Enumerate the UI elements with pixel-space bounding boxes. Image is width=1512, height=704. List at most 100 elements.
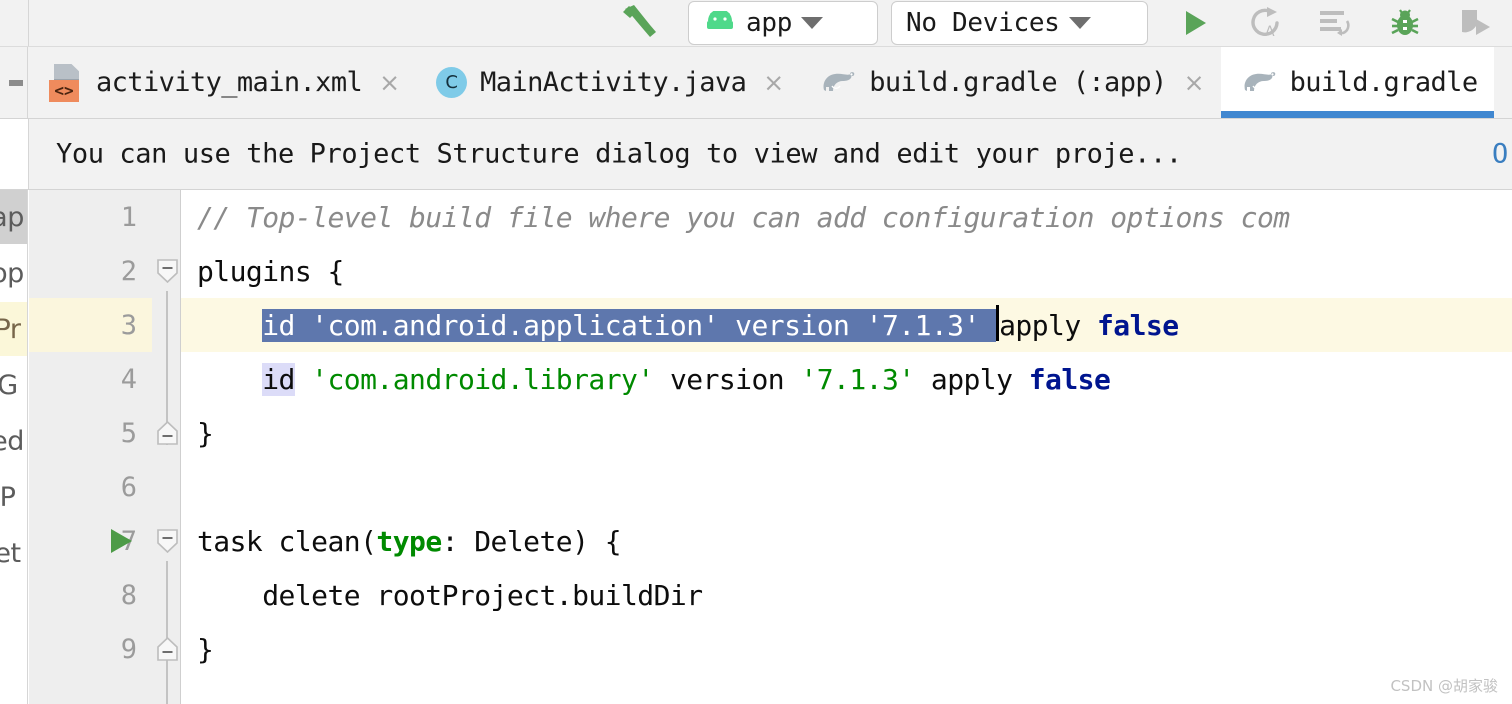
android-studio-window: app No Devices A <> activity_main.xml × …: [0, 0, 1512, 704]
device-selector[interactable]: No Devices: [891, 1, 1148, 45]
editor-line-6[interactable]: 6: [29, 460, 1512, 514]
apply-code-changes-button[interactable]: [1312, 0, 1358, 46]
sidebar-item-1[interactable]: op: [0, 246, 27, 300]
java-class-icon: C: [436, 67, 468, 98]
line-number: 3: [120, 309, 137, 341]
gradle-file-icon: [1241, 68, 1277, 98]
line-content: id 'com.android.library' version '7.1.3'…: [197, 352, 1111, 406]
tab-label: MainActivity.java: [480, 67, 747, 98]
sidebar-item-5[interactable]: P: [0, 470, 27, 524]
bug-icon: [1391, 9, 1419, 35]
text-selection[interactable]: id 'com.android.application' version '7.…: [262, 308, 997, 342]
sidebar-item-2[interactable]: Pr: [0, 302, 27, 356]
line-content: }: [197, 406, 214, 460]
line-content: id 'com.android.application' version '7.…: [197, 298, 1179, 352]
hammer-icon: [623, 5, 656, 37]
line-number: 2: [120, 255, 137, 287]
chevron-down-icon: [801, 17, 824, 29]
editor-line-5[interactable]: 5 }: [29, 406, 1512, 460]
code-token-string: '7.1.3': [865, 308, 981, 342]
collapse-handle-icon[interactable]: [9, 79, 23, 86]
code-editor[interactable]: 1 // Top-level build file where you can …: [29, 190, 1512, 704]
code-token: apply: [999, 308, 1097, 342]
tab-build-gradle[interactable]: build.gradle: [1220, 47, 1494, 118]
editor-line-1[interactable]: 1 // Top-level build file where you can …: [29, 190, 1512, 244]
line-content: // Top-level build file where you can ad…: [197, 190, 1290, 244]
line-content: delete rootProject.buildDir: [197, 568, 703, 622]
tab-main-activity-java[interactable]: C MainActivity.java ×: [416, 47, 801, 118]
editor-tab-bar: <> activity_main.xml × C MainActivity.ja…: [0, 47, 1512, 119]
code-token: version: [653, 362, 801, 396]
code-token: }: [197, 416, 214, 450]
editor-line-9[interactable]: 9 }: [29, 622, 1512, 676]
profiler-icon: [1462, 10, 1490, 35]
run-button[interactable]: [1172, 0, 1218, 46]
apply-changes-and-restart-button[interactable]: A: [1242, 0, 1288, 46]
editor-line-7[interactable]: 7 task clean(type: Delete) {: [29, 514, 1512, 568]
code-token: version: [718, 308, 866, 342]
close-icon[interactable]: ×: [763, 70, 784, 95]
run-with-profiler-button[interactable]: [1452, 0, 1498, 46]
tab-label: activity_main.xml: [96, 67, 363, 98]
editor-line-3[interactable]: 3 id 'com.android.application' version '…: [29, 298, 1512, 352]
editor-line-2[interactable]: 2 plugins {: [29, 244, 1512, 298]
notification-message: You can use the Project Structure dialog…: [56, 138, 1182, 170]
line-content: plugins {: [197, 244, 344, 298]
editor-line-8[interactable]: 8 delete rootProject.buildDir: [29, 568, 1512, 622]
tab-label: build.gradle (:app): [869, 67, 1167, 98]
sidebar-item-0[interactable]: ap: [0, 190, 27, 244]
sidebar-item-4[interactable]: ed: [0, 414, 27, 468]
code-token: plugins {: [197, 254, 344, 288]
svg-text:A: A: [1265, 24, 1275, 40]
line-number: 8: [120, 579, 137, 611]
line-number: 9: [120, 633, 137, 665]
code-token-string: 'com.android.library': [311, 362, 654, 396]
code-token: : Delete) {: [441, 524, 622, 558]
fold-marker-open-icon[interactable]: [157, 529, 178, 553]
chevron-down-icon: [1068, 17, 1091, 29]
line-content: task clean(type: Delete) {: [197, 514, 622, 568]
code-token: task clean(: [197, 524, 377, 558]
watermark: CSDN @胡家骏: [1390, 677, 1498, 695]
xml-code-badge: <>: [49, 79, 79, 102]
close-icon[interactable]: ×: [379, 70, 400, 95]
make-project-button[interactable]: [608, 0, 678, 46]
notification-action-link[interactable]: O: [1492, 139, 1508, 170]
debug-button[interactable]: [1382, 0, 1428, 46]
class-badge: C: [436, 67, 468, 98]
editor-line-4[interactable]: 4 id 'com.android.library' version '7.1.…: [29, 352, 1512, 406]
notification-banner: You can use the Project Structure dialog…: [0, 119, 1512, 190]
sidebar-item-6[interactable]: et: [0, 526, 27, 580]
code-token-keyword: false: [1096, 308, 1179, 342]
tab-activity-main-xml[interactable]: <> activity_main.xml ×: [29, 47, 417, 118]
code-token-comment: // Top-level build file where you can ad…: [197, 200, 1290, 234]
fold-marker-close-icon[interactable]: [157, 637, 178, 661]
line-number: 4: [120, 363, 137, 395]
code-token-string: '7.1.3': [800, 362, 915, 396]
line-content: }: [197, 622, 214, 676]
code-token: delete rootProject.buildDir: [197, 578, 703, 612]
run-gutter-icon[interactable]: [111, 529, 132, 553]
code-token-identifier-highlight: id: [262, 362, 295, 396]
apply-code-changes-icon: [1320, 11, 1350, 36]
run-configuration-selector[interactable]: app: [688, 1, 878, 45]
line-number: 1: [120, 201, 137, 233]
fold-marker-close-icon[interactable]: [157, 421, 178, 445]
code-token: id: [262, 308, 312, 342]
code-token-string: 'com.android.application': [311, 308, 719, 342]
tab-label: build.gradle: [1289, 67, 1478, 98]
apply-changes-restart-icon: A: [1251, 7, 1279, 40]
toolbar-left-edge-stub: [0, 0, 29, 46]
tab-list: <> activity_main.xml × C MainActivity.ja…: [29, 47, 1494, 118]
xml-file-icon: <>: [49, 63, 83, 102]
tabbar-left-edge-stub: [0, 47, 28, 118]
tool-window-stripe-left: ap op Pr G ed P et: [0, 190, 28, 704]
fold-marker-open-icon[interactable]: [157, 259, 178, 283]
text-caret: [996, 305, 1000, 341]
play-triangle-icon: [1186, 11, 1206, 35]
close-icon[interactable]: ×: [1184, 70, 1205, 95]
tab-build-gradle-app[interactable]: build.gradle (:app) ×: [800, 47, 1221, 118]
sidebar-item-3[interactable]: G: [0, 358, 27, 412]
notifbar-left-edge-stub: [0, 119, 29, 189]
